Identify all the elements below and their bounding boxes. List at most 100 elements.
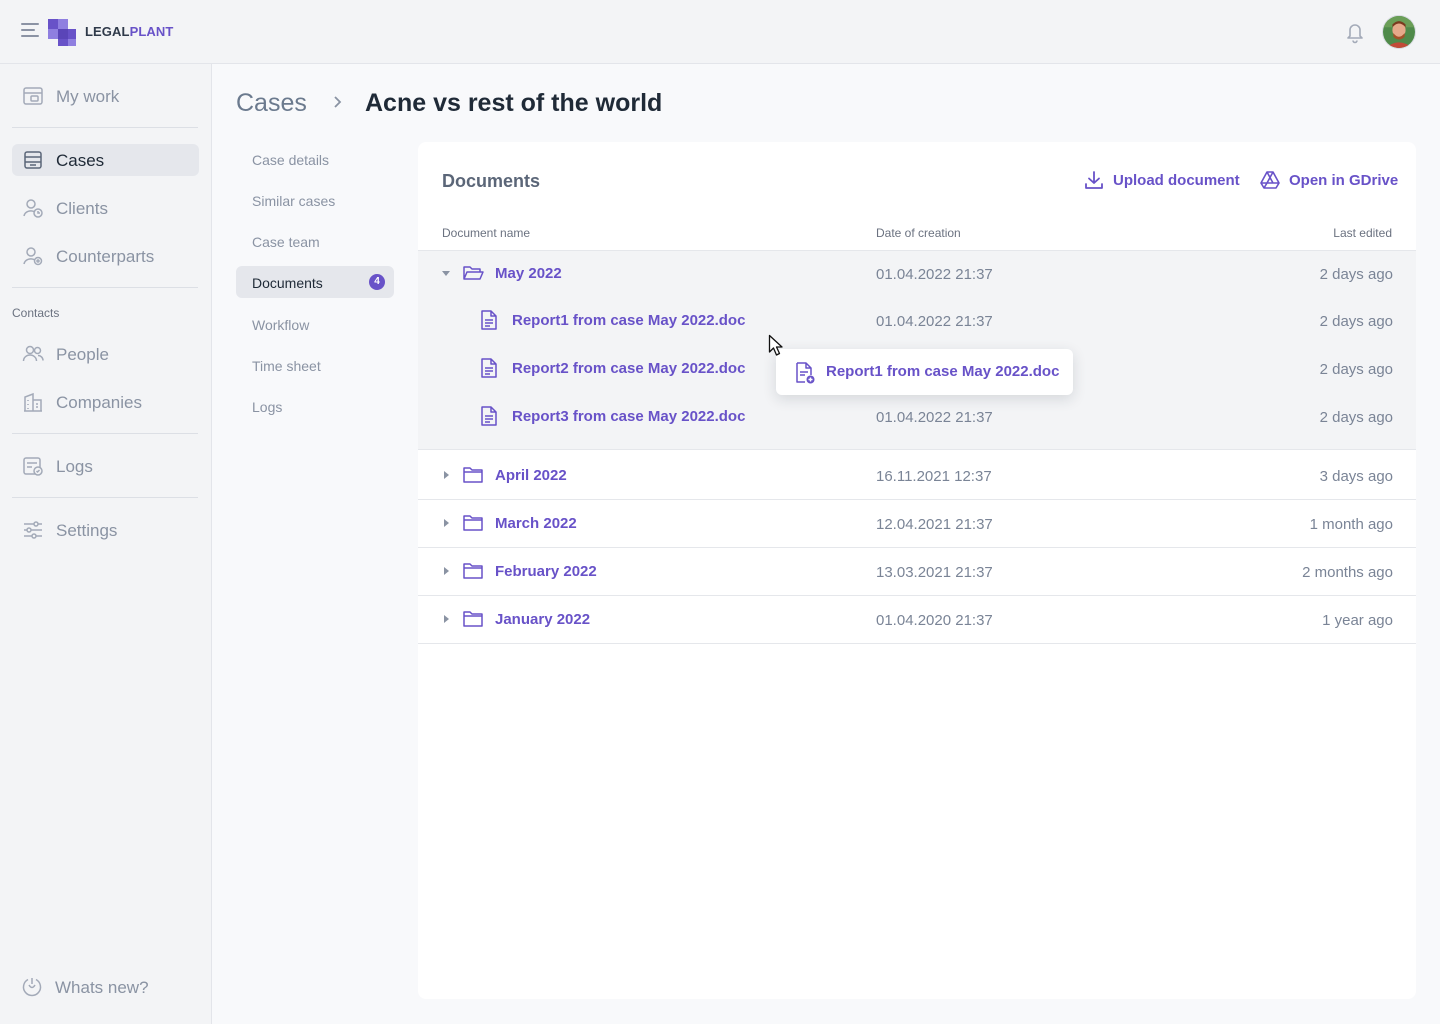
tab-label: Similar cases bbox=[252, 193, 336, 209]
caret-right-icon[interactable] bbox=[440, 565, 452, 577]
column-header-name[interactable]: Document name bbox=[442, 226, 530, 240]
breadcrumb-cases-link[interactable]: Cases bbox=[236, 89, 307, 118]
document-add-icon bbox=[796, 362, 815, 384]
file-last-edited: 2 days ago bbox=[1319, 313, 1393, 330]
folder-name[interactable]: March 2022 bbox=[495, 515, 577, 532]
sidebar-item-logs[interactable]: Logs bbox=[12, 450, 199, 482]
user-avatar[interactable] bbox=[1382, 15, 1416, 49]
folder-last-edited: 2 months ago bbox=[1302, 564, 1393, 581]
chevron-right-icon bbox=[334, 96, 342, 108]
folder-last-edited: 2 days ago bbox=[1319, 266, 1393, 283]
folder-last-edited: 1 year ago bbox=[1322, 612, 1393, 629]
tab-similar-cases[interactable]: Similar cases bbox=[236, 184, 394, 216]
folder-icon bbox=[463, 467, 483, 483]
drag-preview[interactable]: Report1 from case May 2022.doc bbox=[776, 349, 1073, 395]
tab-time-sheet[interactable]: Time sheet bbox=[236, 349, 394, 381]
sidebar-item-settings[interactable]: Settings bbox=[12, 514, 199, 546]
folder-icon bbox=[463, 515, 483, 531]
archive-box-icon bbox=[24, 151, 42, 169]
file-date: 01.04.2022 21:37 bbox=[876, 313, 993, 330]
sidebar-item-clients[interactable]: Clients bbox=[12, 192, 199, 224]
caret-right-icon[interactable] bbox=[440, 517, 452, 529]
building-icon bbox=[24, 392, 42, 412]
column-header-date[interactable]: Date of creation bbox=[876, 226, 961, 240]
sidebar-item-label: People bbox=[56, 345, 109, 364]
document-icon bbox=[481, 310, 497, 330]
user-settings-icon bbox=[23, 247, 43, 266]
file-name[interactable]: Report2 from case May 2022.doc bbox=[512, 360, 745, 377]
tab-label: Logs bbox=[252, 399, 283, 415]
documents-count-badge: 4 bbox=[369, 274, 385, 290]
menu-icon[interactable] bbox=[21, 23, 39, 41]
tab-label: Workflow bbox=[252, 317, 310, 333]
upload-document-label: Upload document bbox=[1113, 172, 1240, 189]
file-row[interactable]: Report1 from case May 2022.doc 01.04.202… bbox=[418, 297, 1416, 345]
caret-right-icon[interactable] bbox=[440, 469, 452, 481]
folder-last-edited: 1 month ago bbox=[1309, 516, 1393, 533]
file-row[interactable]: Report3 from case May 2022.doc 01.04.202… bbox=[418, 393, 1416, 441]
folder-icon bbox=[463, 563, 483, 579]
folder-last-edited: 3 days ago bbox=[1319, 468, 1393, 485]
file-name[interactable]: Report1 from case May 2022.doc bbox=[512, 312, 745, 329]
documents-panel: Documents Upload document Open in GDrive… bbox=[418, 142, 1416, 999]
tab-documents[interactable]: Documents 4 bbox=[236, 266, 394, 298]
upload-document-button[interactable]: Upload document bbox=[1083, 169, 1240, 191]
folder-name[interactable]: February 2022 bbox=[495, 563, 597, 580]
file-last-edited: 2 days ago bbox=[1319, 409, 1393, 426]
sidebar-item-label: Companies bbox=[56, 393, 142, 412]
drag-preview-label: Report1 from case May 2022.doc bbox=[826, 363, 1060, 380]
sidebar-item-cases[interactable]: Cases bbox=[12, 144, 199, 176]
tab-workflow[interactable]: Workflow bbox=[236, 308, 394, 340]
sidebar-item-companies[interactable]: Companies bbox=[12, 386, 199, 418]
sidebar-divider bbox=[12, 287, 198, 288]
sidebar-item-label: Settings bbox=[56, 521, 118, 540]
folder-date: 12.04.2021 21:37 bbox=[876, 516, 993, 533]
brand-part-plant: PLANT bbox=[129, 24, 174, 39]
sparkle-circle-icon bbox=[22, 978, 42, 997]
folder-name[interactable]: April 2022 bbox=[495, 467, 567, 484]
folder-name[interactable]: January 2022 bbox=[495, 611, 590, 628]
tab-case-team[interactable]: Case team bbox=[236, 225, 394, 257]
column-header-edited[interactable]: Last edited bbox=[1333, 226, 1392, 240]
caret-right-icon[interactable] bbox=[440, 613, 452, 625]
file-date: 01.04.2022 21:37 bbox=[876, 409, 993, 426]
top-bar: LEGALPLANT bbox=[0, 0, 1440, 64]
folder-icon bbox=[463, 611, 483, 627]
folder-row[interactable]: April 2022 16.11.2021 12:37 3 days ago bbox=[418, 452, 1416, 500]
folder-date: 16.11.2021 12:37 bbox=[876, 468, 992, 485]
open-in-gdrive-label: Open in GDrive bbox=[1289, 172, 1399, 189]
page-title: Acne vs rest of the world bbox=[365, 89, 663, 117]
bell-icon[interactable] bbox=[1344, 20, 1366, 44]
tab-case-details[interactable]: Case details bbox=[236, 143, 394, 175]
brand-part-legal: LEGAL bbox=[85, 24, 130, 39]
sidebar-item-my-work[interactable]: My work bbox=[12, 80, 199, 112]
brand-name: LEGALPLANT bbox=[85, 24, 173, 39]
tab-logs[interactable]: Logs bbox=[236, 390, 394, 422]
people-icon bbox=[22, 345, 44, 362]
folder-row[interactable]: January 2022 01.04.2020 21:37 1 year ago bbox=[418, 596, 1416, 644]
document-icon bbox=[481, 406, 497, 426]
open-in-gdrive-button[interactable]: Open in GDrive bbox=[1259, 169, 1398, 191]
sidebar-item-label: Counterparts bbox=[56, 247, 155, 266]
folder-date: 13.03.2021 21:37 bbox=[876, 564, 993, 581]
sidebar-item-label: My work bbox=[56, 87, 120, 106]
file-name[interactable]: Report3 from case May 2022.doc bbox=[512, 408, 745, 425]
mouse-cursor-icon bbox=[768, 334, 783, 356]
caret-down-icon[interactable] bbox=[440, 267, 452, 279]
folder-row[interactable]: February 2022 13.03.2021 21:37 2 months … bbox=[418, 548, 1416, 596]
sidebar: My work Cases Clients Counterparts Conta… bbox=[0, 64, 212, 1024]
tab-label: Case details bbox=[252, 152, 330, 168]
download-icon bbox=[1085, 171, 1103, 189]
sidebar-item-people[interactable]: People bbox=[12, 338, 199, 370]
folder-row[interactable]: March 2022 12.04.2021 21:37 1 month ago bbox=[418, 500, 1416, 548]
tab-label: Case team bbox=[252, 234, 320, 250]
sidebar-item-counterparts[interactable]: Counterparts bbox=[12, 240, 199, 272]
folder-row-expanded[interactable]: May 2022 01.04.2022 21:37 2 days ago bbox=[418, 250, 1416, 298]
sidebar-divider bbox=[12, 433, 198, 434]
documents-title: Documents bbox=[442, 171, 541, 191]
whats-new-link[interactable]: Whats new? bbox=[12, 971, 199, 1003]
folder-date: 01.04.2020 21:37 bbox=[876, 612, 993, 629]
sidebar-item-label: Logs bbox=[56, 457, 93, 476]
folder-name[interactable]: May 2022 bbox=[495, 265, 562, 282]
sidebar-divider bbox=[12, 497, 198, 498]
